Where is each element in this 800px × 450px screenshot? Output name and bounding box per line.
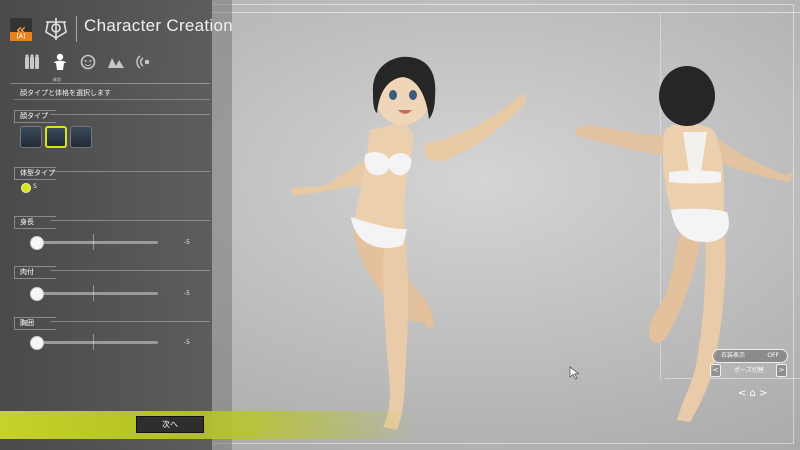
height-slider-center [93, 234, 94, 250]
instruction-text: 顔タイプと体格を選択します [20, 89, 111, 97]
height-divider [50, 220, 210, 221]
tab-voice[interactable] [134, 52, 154, 72]
bust-slider-knob[interactable] [30, 336, 44, 350]
bust-slider[interactable] [36, 341, 158, 344]
bust-label: 胸囲 [14, 317, 56, 330]
tab-face[interactable] [78, 52, 98, 72]
bust-value: -5 [184, 339, 190, 346]
tab-parts[interactable] [22, 52, 42, 72]
costume-toggle[interactable]: 衣装表示 OFF [712, 349, 788, 363]
build-label: 肉付 [14, 266, 56, 279]
height-label: 身長 [14, 216, 56, 229]
costume-toggle-label: 衣装表示 [721, 352, 746, 359]
face-option-1[interactable] [20, 126, 42, 148]
mouse-cursor-icon [569, 366, 580, 380]
category-tabs [22, 52, 154, 76]
face-icon [80, 54, 96, 70]
costume-toggle-value: OFF [767, 352, 779, 359]
bust-slider-center [93, 334, 94, 350]
face-option-3[interactable] [70, 126, 92, 148]
height-slider-knob[interactable] [30, 236, 44, 250]
bust-divider [50, 321, 210, 322]
body-type-divider [50, 171, 210, 172]
height-value: -5 [184, 239, 190, 246]
build-divider [50, 270, 210, 271]
body-icon [54, 53, 66, 70]
tab-hair[interactable] [106, 52, 126, 72]
body-type-radio-label: S [33, 183, 37, 190]
build-slider-center [93, 285, 94, 301]
build-slider[interactable] [36, 292, 158, 295]
character-front [290, 56, 527, 430]
category-divider [10, 83, 210, 84]
hair-icon [108, 58, 124, 68]
face-type-options [20, 126, 92, 148]
body-type-radio-s[interactable] [21, 183, 31, 193]
build-value: -5 [184, 290, 190, 297]
face-type-label: 顔タイプ [14, 110, 56, 123]
height-slider[interactable] [36, 241, 158, 244]
tab-body[interactable] [50, 52, 70, 72]
pose-prev-button[interactable]: < [710, 364, 721, 377]
face-option-2[interactable] [45, 126, 67, 148]
emblem-icon [45, 18, 67, 40]
title-separator [76, 16, 77, 42]
rotate-control[interactable]: < ⌂ > [738, 388, 768, 404]
build-slider-knob[interactable] [30, 287, 44, 301]
pose-next-button[interactable]: > [776, 364, 787, 377]
next-button[interactable]: 次へ [136, 416, 204, 433]
back-key-badge: [A] [10, 32, 32, 41]
pose-switch-label: ポーズ切替 [734, 367, 764, 374]
body-type-label: 体型タイプ [14, 167, 56, 180]
pose-switch: < ポーズ切替 > [710, 364, 788, 377]
instruction-divider [14, 99, 210, 100]
bottom-bar [0, 411, 420, 439]
page-title: Character Creation [84, 16, 234, 35]
parts-icon [25, 54, 39, 69]
face-type-divider [50, 114, 210, 115]
panel-edge [212, 0, 232, 450]
voice-icon [136, 55, 150, 69]
